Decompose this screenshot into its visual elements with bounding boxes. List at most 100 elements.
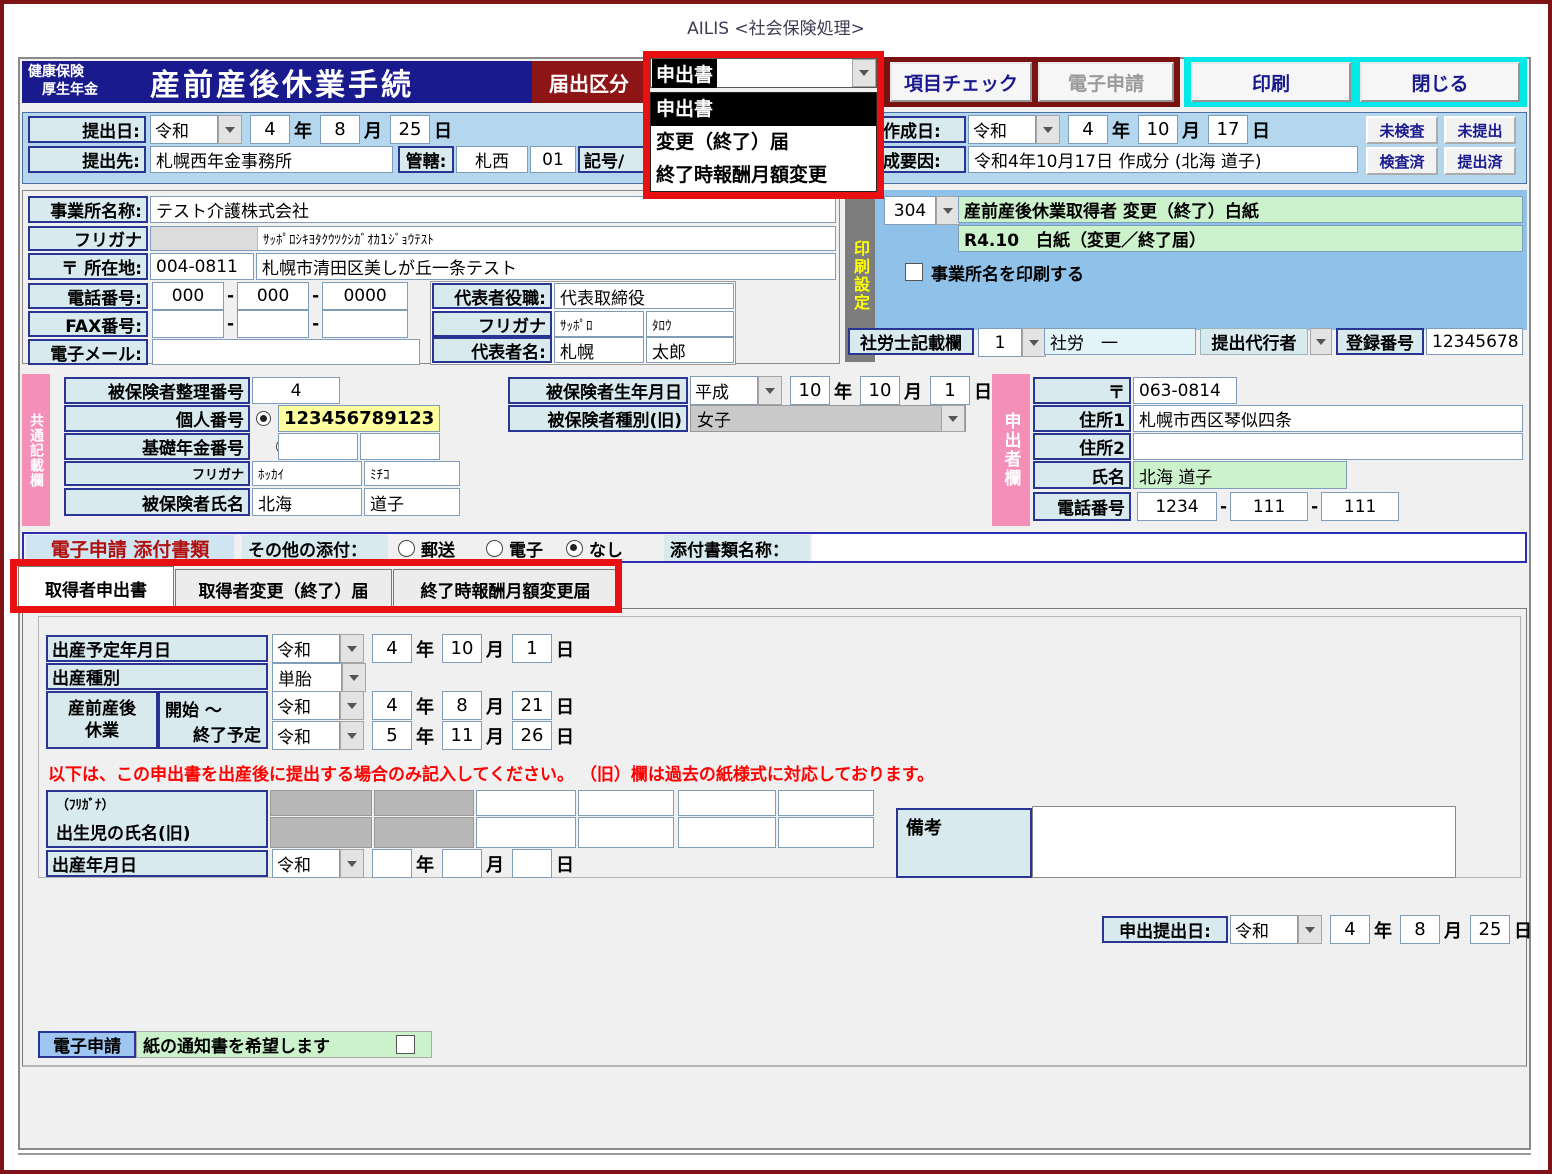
year-field[interactable]: 10 [790, 376, 830, 405]
chevron-down-icon[interactable] [1036, 115, 1060, 144]
applicant-addr1-field[interactable]: 札幌市西区琴似四条 [1133, 405, 1523, 432]
office-fax-2[interactable] [237, 310, 309, 338]
day-field[interactable]: 1 [930, 376, 970, 405]
day-field[interactable]: 26 [512, 721, 552, 750]
month-field[interactable] [442, 849, 482, 878]
era-select[interactable]: 令和 [150, 115, 218, 144]
insured-number-field[interactable]: 4 [252, 377, 340, 404]
year-field[interactable]: 4 [250, 115, 290, 144]
sr-number-combo[interactable]: 1 [978, 328, 1046, 355]
birth-type-combo[interactable]: 単胎 [272, 663, 366, 690]
insured-mei-field[interactable]: 道子 [364, 488, 460, 516]
child-name-field-1[interactable] [476, 817, 576, 848]
month-field[interactable]: 8 [1400, 915, 1440, 944]
month-field[interactable]: 10 [442, 634, 482, 663]
mail-radio[interactable] [398, 540, 415, 557]
year-field[interactable] [372, 849, 412, 878]
unsubmitted-button[interactable]: 未提出 [1444, 116, 1516, 144]
child-name-field-2[interactable] [578, 817, 674, 848]
attach-option-none[interactable]: なし [566, 535, 623, 561]
applicant-addr2-field[interactable] [1133, 433, 1523, 460]
child-kana-field-2[interactable] [578, 790, 674, 816]
office-fax-1[interactable] [152, 310, 224, 338]
chevron-down-icon[interactable] [340, 634, 364, 663]
chevron-down-icon[interactable] [342, 663, 366, 692]
close-button[interactable]: 閉じる [1360, 62, 1520, 102]
submitted-button[interactable]: 提出済 [1444, 147, 1516, 175]
era-select[interactable]: 令和 [272, 691, 340, 720]
office-name-field[interactable]: テスト介護株式会社 [150, 196, 836, 223]
applicant-zip-field[interactable]: 063-0814 [1133, 377, 1237, 404]
day-field[interactable]: 17 [1208, 115, 1248, 144]
era-select[interactable]: 令和 [968, 115, 1036, 144]
none-radio[interactable] [566, 540, 583, 557]
office-tel-3[interactable]: 0000 [322, 282, 408, 310]
era-select[interactable]: 令和 [272, 849, 340, 878]
year-field[interactable]: 4 [372, 634, 412, 663]
office-mail-field[interactable] [152, 339, 420, 365]
checked-button[interactable]: 検査済 [1366, 147, 1438, 175]
rep-kana-sei-field[interactable]: ｻｯﾎﾟﾛ [554, 311, 644, 337]
unchecked-button[interactable]: 未検査 [1366, 116, 1438, 144]
basic-pension-field-1[interactable] [278, 433, 358, 460]
day-field[interactable]: 25 [390, 115, 430, 144]
rep-mei-field[interactable]: 太郎 [646, 337, 734, 363]
month-field[interactable]: 8 [442, 691, 482, 720]
chevron-down-icon[interactable] [340, 721, 364, 750]
personal-number-field[interactable]: 123456789123 [278, 405, 440, 432]
era-select[interactable]: 平成 [690, 376, 758, 405]
sakuseiyoin-field[interactable]: 令和4年10月17日 作成分 (北海 道子) [968, 146, 1358, 173]
chevron-down-icon[interactable] [340, 691, 364, 720]
office-fax-3[interactable] [322, 310, 408, 338]
insured-type-dropdown[interactable]: 女子 [690, 405, 966, 432]
era-select[interactable]: 令和 [272, 634, 340, 663]
item-check-button[interactable]: 項目チェック [890, 62, 1032, 102]
chevron-down-icon[interactable] [1022, 328, 1046, 357]
chevron-down-icon[interactable] [218, 115, 242, 144]
applicant-tel-2[interactable]: 111 [1230, 492, 1308, 521]
chevron-down-icon[interactable] [340, 849, 364, 878]
child-name-field-3[interactable] [678, 817, 776, 848]
attach-option-electronic[interactable]: 電子 [486, 535, 543, 561]
office-kana-field[interactable]: ｻｯﾎﾟﾛｼｷﾖﾀｸｳﾂｸｼｶﾞｵｶ1ｼﾞｮｳﾃｽﾄ [150, 226, 836, 251]
day-field[interactable]: 21 [512, 691, 552, 720]
chevron-down-icon[interactable] [936, 196, 960, 225]
chevron-down-icon[interactable] [1310, 328, 1332, 355]
print-office-name-checkbox[interactable] [905, 263, 923, 281]
insured-kana-sei-field[interactable]: ﾎｯｶｲ [252, 461, 362, 486]
basic-pension-field-2[interactable] [360, 433, 440, 460]
sr-reg-field[interactable]: 12345678 [1426, 328, 1523, 355]
year-field[interactable]: 5 [372, 721, 412, 750]
year-field[interactable]: 4 [1068, 115, 1108, 144]
insured-sei-field[interactable]: 北海 [252, 488, 362, 516]
month-field[interactable]: 10 [1138, 115, 1178, 144]
era-select[interactable]: 令和 [272, 721, 340, 750]
year-field[interactable]: 4 [372, 691, 412, 720]
attach-option-mail[interactable]: 郵送 [398, 535, 455, 561]
office-tel-1[interactable]: 000 [152, 282, 224, 310]
attachment-name-field[interactable] [812, 534, 1525, 561]
print-code-combo[interactable]: 304 [884, 196, 960, 223]
chevron-down-icon[interactable] [1298, 915, 1322, 944]
kankatsu-field-1[interactable]: 札西 [456, 146, 528, 173]
child-kana-field-4[interactable] [778, 790, 874, 816]
print-button[interactable]: 印刷 [1191, 62, 1351, 102]
applicant-name-field[interactable]: 北海 道子 [1133, 461, 1347, 489]
remarks-textarea[interactable] [1032, 806, 1456, 878]
rep-title-field[interactable]: 代表取締役 [554, 283, 734, 309]
chevron-down-icon[interactable] [941, 405, 965, 432]
rep-sei-field[interactable]: 札幌 [554, 337, 644, 363]
office-tel-2[interactable]: 000 [237, 282, 309, 310]
paper-notice-checkbox[interactable] [396, 1035, 415, 1054]
child-kana-field-1[interactable] [476, 790, 576, 816]
rep-kana-mei-field[interactable]: ﾀﾛｳ [646, 311, 734, 337]
office-address-field[interactable]: 札幌市清田区美しが丘一条テスト [256, 253, 836, 280]
teishutsusaki-field[interactable]: 札幌西年金事務所 [150, 146, 393, 173]
e-apply-button[interactable]: 電子申請 [1038, 62, 1174, 102]
chevron-down-icon[interactable] [758, 376, 782, 405]
child-name-field-4[interactable] [778, 817, 874, 848]
electronic-radio[interactable] [486, 540, 503, 557]
day-field[interactable]: 1 [512, 634, 552, 663]
era-select[interactable]: 令和 [1230, 915, 1298, 944]
child-kana-field-3[interactable] [678, 790, 776, 816]
